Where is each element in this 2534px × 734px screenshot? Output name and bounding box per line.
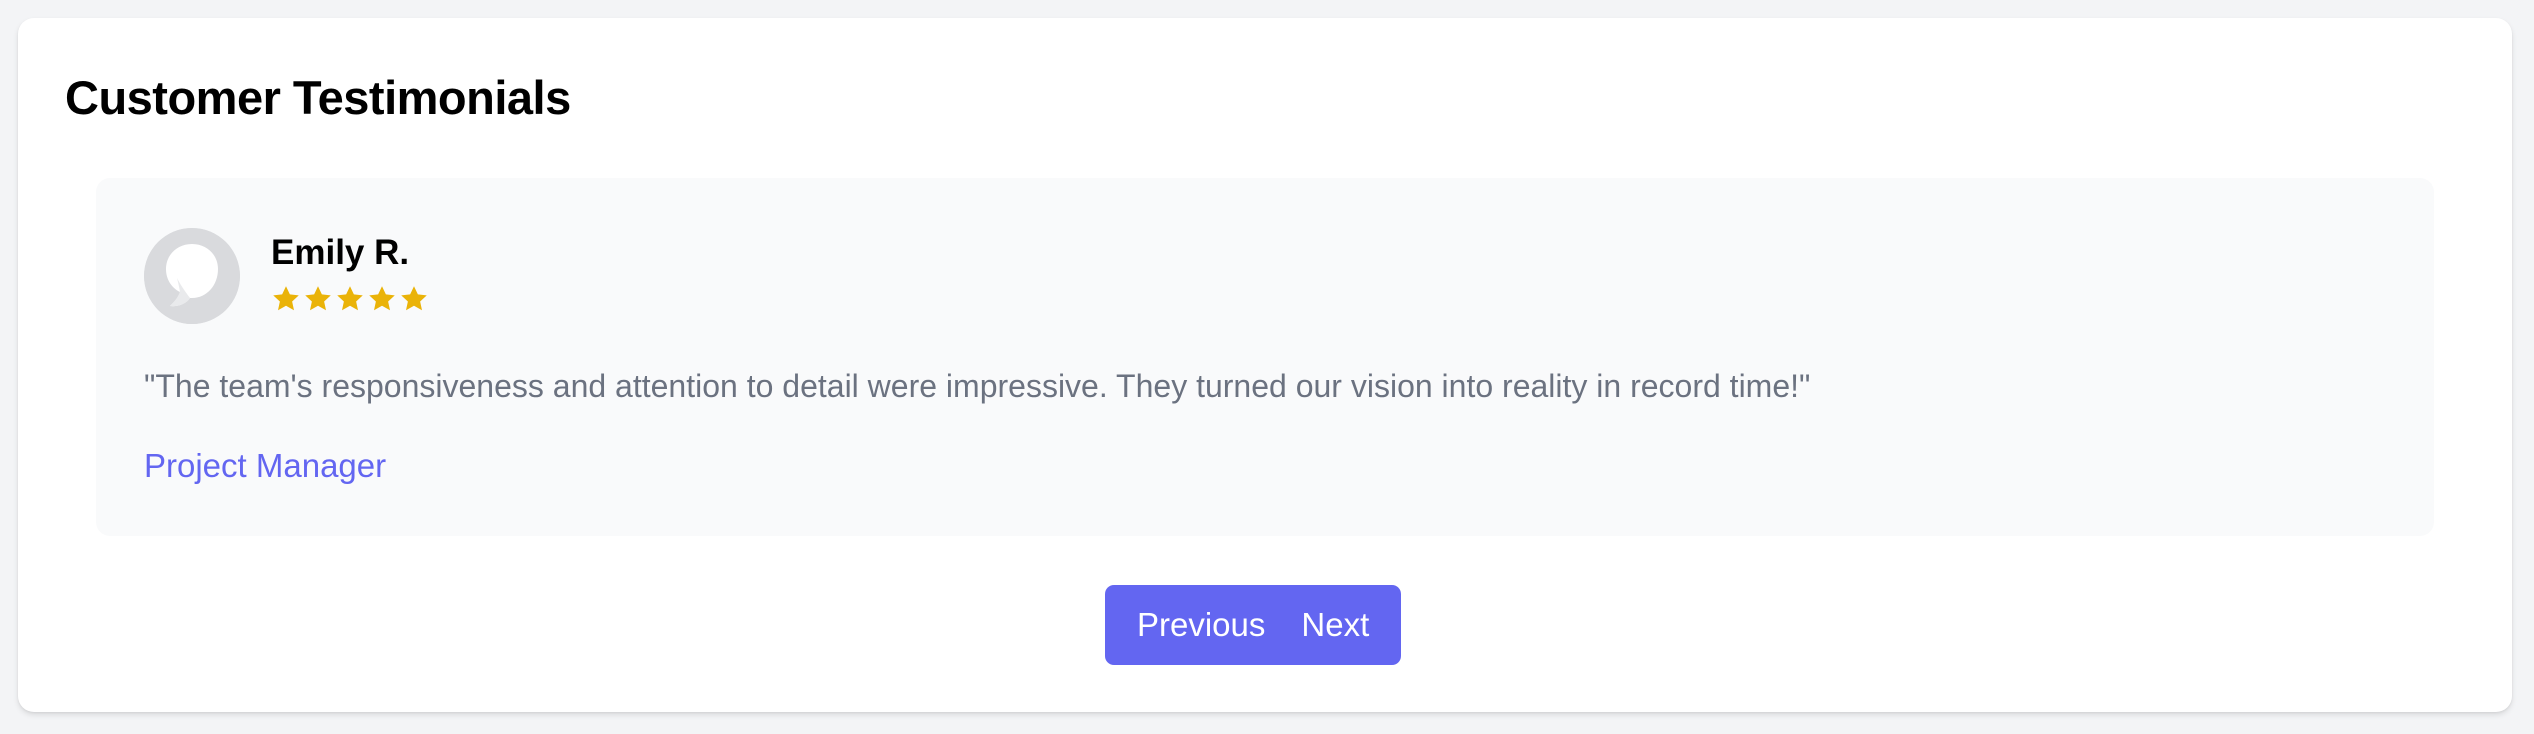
testimonial-quote: "The team's responsiveness and attention… [144, 368, 1811, 404]
testimonial-panel: Emily R. "The team's responsiveness and … [96, 178, 2434, 536]
pagination-controls: Previous Next [1105, 585, 1402, 665]
avatar [144, 228, 240, 324]
author-role: Project Manager [144, 447, 387, 484]
next-button[interactable]: Next [1283, 585, 1387, 665]
star-icon [369, 286, 395, 311]
star-icon [305, 286, 331, 311]
user-avatar-placeholder-icon [144, 228, 240, 324]
page-title: Customer Testimonials [65, 71, 571, 124]
previous-button[interactable]: Previous [1119, 585, 1283, 665]
star-icon [273, 286, 299, 311]
star-icon [337, 286, 363, 311]
author-name: Emily R. [271, 233, 410, 272]
testimonials-card: Customer Testimonials Emily R. "The team… [18, 18, 2512, 712]
star-rating [271, 284, 429, 314]
star-icon [401, 286, 427, 311]
